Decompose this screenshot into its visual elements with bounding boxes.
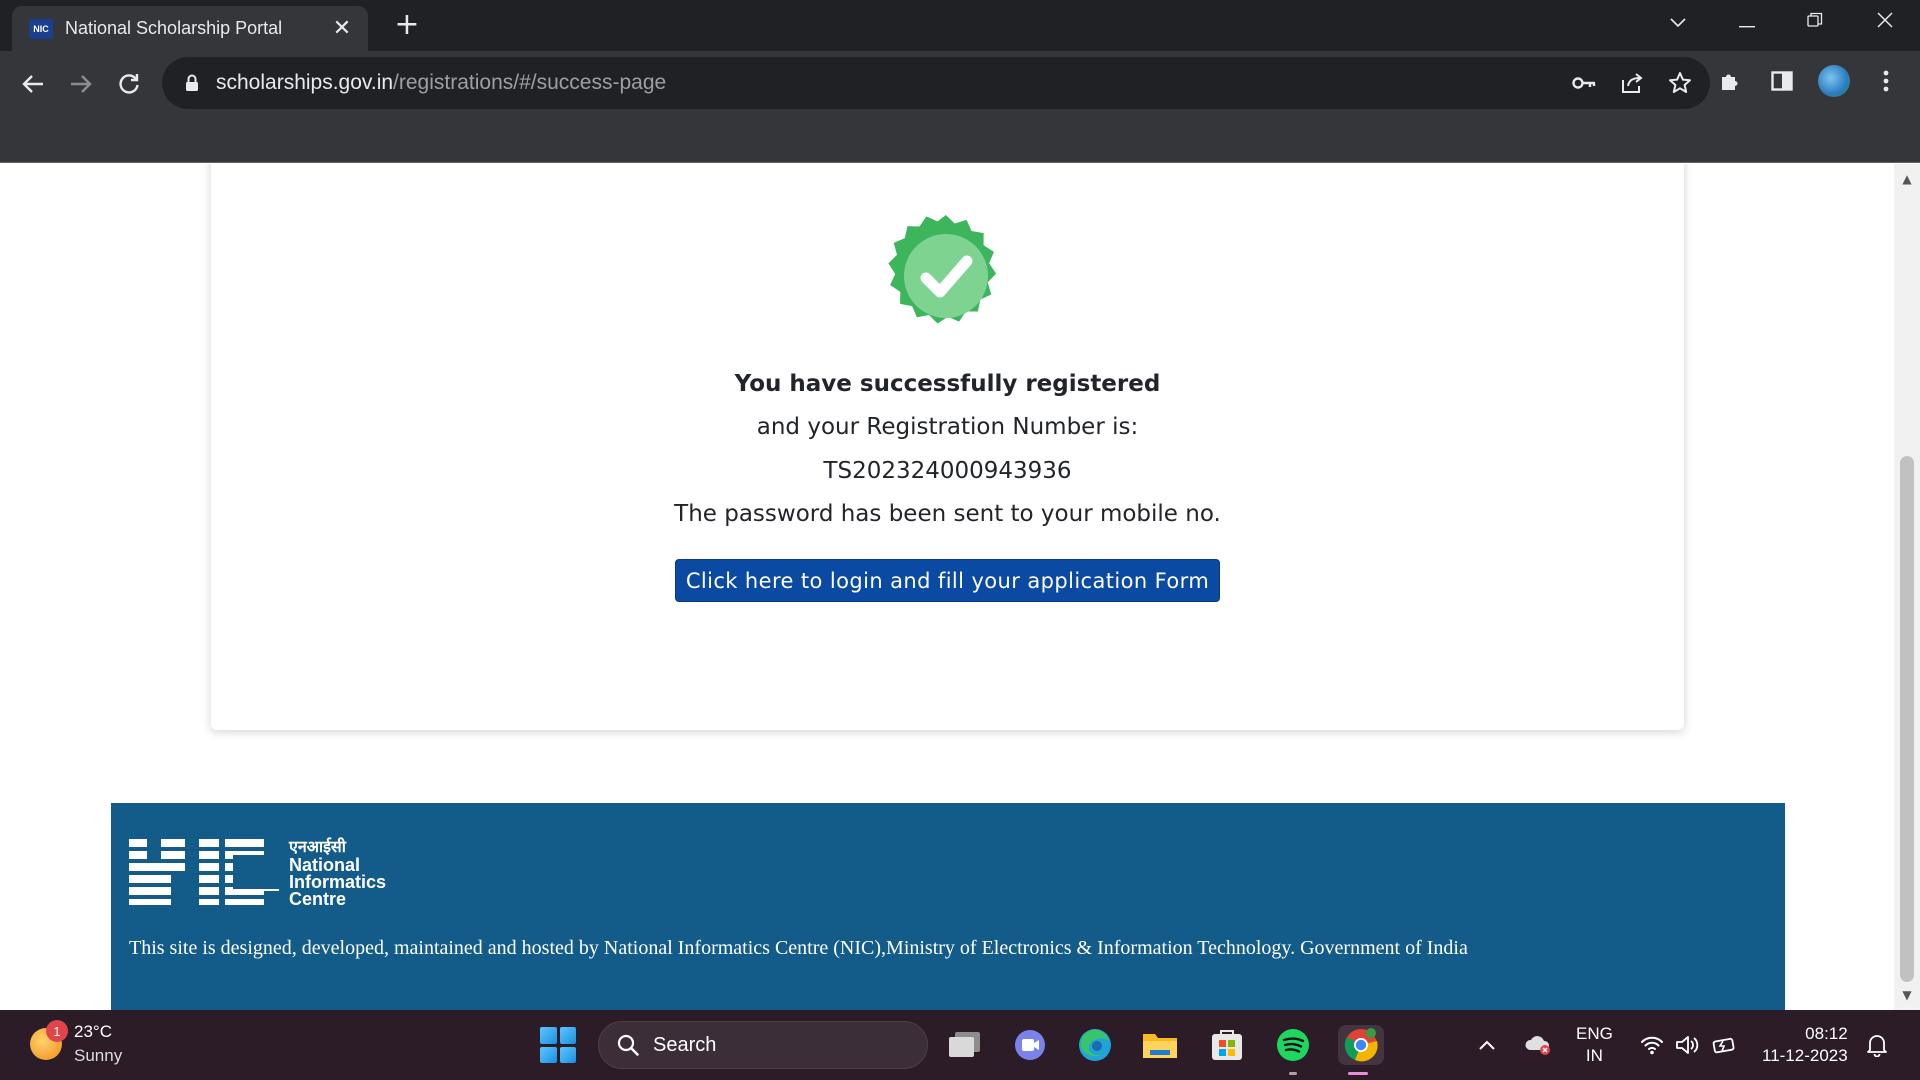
reload-icon[interactable]	[111, 66, 147, 102]
scrollbar-thumb[interactable]	[1900, 456, 1914, 982]
volume-icon[interactable]	[1675, 1010, 1701, 1080]
success-title: You have successfully registered	[734, 371, 1161, 397]
onedrive-error-icon[interactable]	[1524, 1010, 1552, 1080]
registration-number: TS202324000943936	[823, 458, 1072, 484]
nic-logo[interactable]: एनआईसी National Informatics Centre	[129, 835, 399, 909]
scroll-up-arrow-icon[interactable]: ▲	[1894, 168, 1920, 190]
wifi-icon[interactable]	[1640, 1010, 1664, 1080]
teams-chat-icon[interactable]	[1010, 1025, 1050, 1065]
weather-widget[interactable]: 1 23°C Sunny	[30, 1020, 122, 1068]
browser-tab-strip: NIC National Scholarship Portal ✕ +	[0, 0, 1920, 51]
page-scrollbar[interactable]: ▲ ▼	[1894, 164, 1920, 1010]
region-code: IN	[1585, 1046, 1603, 1065]
weather-temperature: 23°C	[74, 1022, 112, 1041]
password-note: The password has been sent to your mobil…	[674, 501, 1221, 527]
tab-search-icon[interactable]	[1658, 6, 1698, 40]
show-hidden-icons-chevron-icon[interactable]	[1478, 1010, 1496, 1080]
lock-icon[interactable]	[180, 71, 204, 95]
clock-date: 11-12-2023	[1762, 1046, 1848, 1065]
search-icon	[617, 1034, 639, 1056]
windows-start-icon[interactable]	[540, 1027, 576, 1063]
clock-time: 08:12	[1805, 1024, 1848, 1043]
input-language-indicator[interactable]: ENG IN	[1576, 1010, 1613, 1080]
sun-weather-icon: 1	[30, 1020, 68, 1060]
side-panel-icon[interactable]	[1766, 65, 1798, 97]
share-icon[interactable]	[1618, 69, 1646, 97]
close-tab-icon[interactable]: ✕	[330, 16, 354, 41]
minimize-window-button[interactable]	[1727, 6, 1767, 40]
password-key-icon[interactable]	[1570, 69, 1598, 97]
extensions-puzzle-icon[interactable]	[1714, 65, 1746, 97]
login-application-button[interactable]: Click here to login and fill your applic…	[675, 559, 1220, 602]
forward-icon[interactable]	[63, 66, 99, 102]
url-path: /registrations/#/success-page	[393, 71, 667, 94]
url-text[interactable]: scholarships.gov.in/registrations/#/succ…	[216, 71, 666, 95]
task-view-icon[interactable]	[944, 1025, 984, 1065]
success-card: You have successfully registered and you…	[211, 164, 1684, 730]
language-code: ENG	[1576, 1024, 1613, 1043]
nic-logo-line3: Centre	[289, 889, 346, 909]
microsoft-store-icon[interactable]	[1207, 1025, 1247, 1065]
taskbar-search-box[interactable]: Search	[598, 1021, 928, 1069]
site-footer: एनआईसी National Informatics Centre This …	[111, 803, 1785, 1010]
address-bar[interactable]: scholarships.gov.in/registrations/#/succ…	[162, 57, 1710, 109]
success-badge-icon	[888, 215, 997, 324]
footer-disclaimer: This site is designed, developed, mainta…	[129, 937, 1468, 959]
search-label: Search	[653, 1033, 717, 1056]
windows-taskbar: 1 23°C Sunny Search ENG IN 08:12 11-12-2…	[0, 1010, 1920, 1080]
url-host: scholarships.gov.in	[216, 71, 394, 94]
spotify-icon[interactable]	[1273, 1025, 1313, 1075]
chrome-menu-icon[interactable]	[1870, 65, 1902, 97]
page-viewport: You have successfully registered and you…	[0, 164, 1894, 1010]
edge-browser-icon[interactable]	[1075, 1025, 1115, 1065]
system-clock[interactable]: 08:12 11-12-2023	[1762, 1010, 1848, 1080]
registration-label: and your Registration Number is:	[756, 414, 1139, 440]
bookmark-star-icon[interactable]	[1666, 69, 1694, 97]
browser-tab[interactable]: NIC National Scholarship Portal ✕	[12, 6, 368, 51]
notification-badge: 1	[46, 1020, 68, 1042]
nic-logo-hindi: एनआईसी	[288, 837, 347, 856]
file-explorer-icon[interactable]	[1140, 1025, 1180, 1065]
back-icon[interactable]	[15, 66, 51, 102]
notification-bell-icon[interactable]	[1866, 1010, 1888, 1080]
restore-window-button[interactable]	[1795, 6, 1835, 40]
nic-favicon-icon: NIC	[29, 18, 53, 39]
battery-charging-icon[interactable]	[1712, 1010, 1738, 1080]
browser-toolbar: scholarships.gov.in/registrations/#/succ…	[0, 51, 1920, 163]
tab-title: National Scholarship Portal	[65, 18, 283, 38]
weather-condition: Sunny	[74, 1046, 123, 1065]
profile-avatar[interactable]	[1818, 65, 1850, 97]
close-window-button[interactable]	[1865, 6, 1905, 40]
scroll-down-arrow-icon[interactable]: ▼	[1894, 984, 1920, 1006]
chrome-browser-icon[interactable]	[1338, 1025, 1384, 1075]
new-tab-button[interactable]: +	[391, 8, 423, 42]
